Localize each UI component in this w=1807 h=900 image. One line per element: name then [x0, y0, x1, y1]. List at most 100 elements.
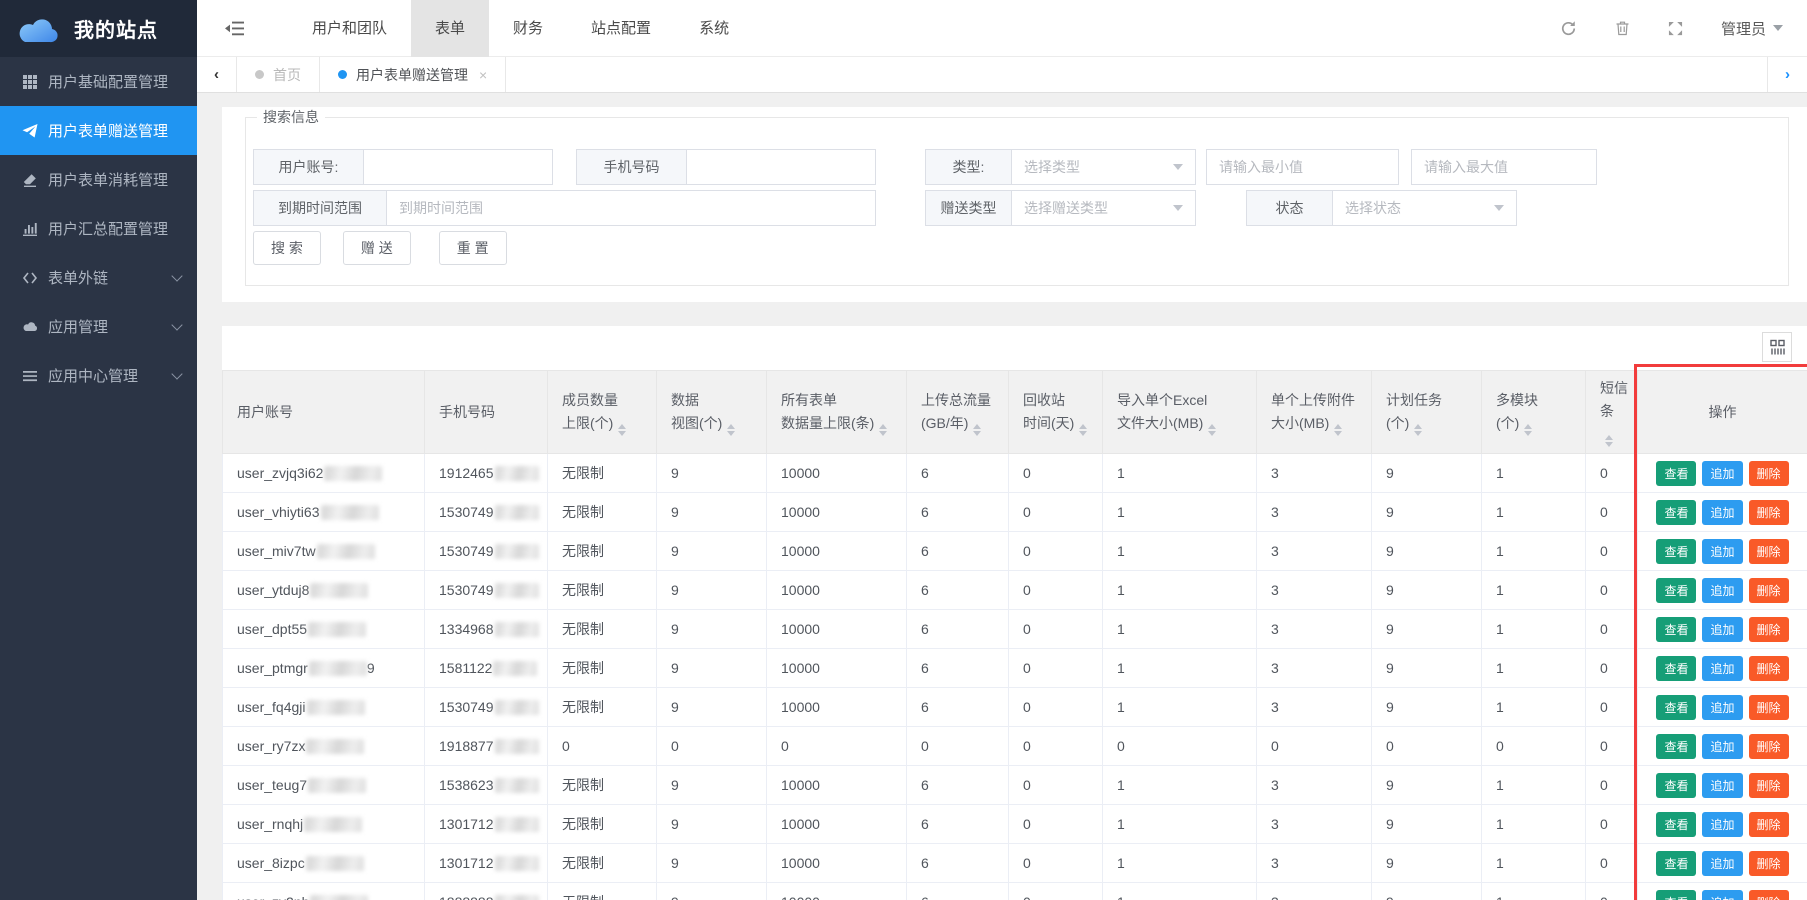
append-button[interactable]: 追加: [1702, 695, 1742, 720]
cell-value: 1: [1103, 649, 1257, 688]
delete-button[interactable]: 删除: [1749, 617, 1789, 642]
reset-button[interactable]: 重 置: [439, 231, 507, 265]
sort-icon[interactable]: [879, 424, 887, 436]
view-button[interactable]: 查看: [1656, 500, 1696, 525]
append-button[interactable]: 追加: [1702, 617, 1742, 642]
account-input[interactable]: [363, 149, 553, 185]
view-button[interactable]: 查看: [1656, 656, 1696, 681]
max-value-input[interactable]: [1411, 149, 1597, 185]
topnav-item-5[interactable]: 系统: [675, 0, 753, 57]
app-logo[interactable]: 我的站点: [0, 0, 197, 57]
view-button[interactable]: 查看: [1656, 617, 1696, 642]
delete-button[interactable]: 删除: [1749, 578, 1789, 603]
trash-icon[interactable]: [1615, 20, 1630, 36]
append-button[interactable]: 追加: [1702, 773, 1742, 798]
delete-button[interactable]: 删除: [1749, 500, 1789, 525]
view-button[interactable]: 查看: [1656, 773, 1696, 798]
sort-icon[interactable]: [727, 424, 735, 436]
sidebar: 我的站点 用户基础配置管理用户表单赠送管理用户表单消耗管理用户汇总配置管理表单外…: [0, 0, 197, 900]
status-select[interactable]: 选择状态: [1332, 190, 1517, 226]
view-button[interactable]: 查看: [1656, 695, 1696, 720]
append-button[interactable]: 追加: [1702, 500, 1742, 525]
gift-type-select[interactable]: 选择赠送类型: [1011, 190, 1196, 226]
cell-phone: 1301712: [425, 805, 548, 844]
delete-button[interactable]: 删除: [1749, 851, 1789, 876]
sort-icon[interactable]: [1524, 424, 1532, 436]
delete-button[interactable]: 删除: [1749, 812, 1789, 837]
column-header-11[interactable]: 多模块(个): [1482, 371, 1586, 454]
tab-2[interactable]: 用户表单赠送管理×: [320, 57, 506, 92]
fullscreen-icon[interactable]: [1668, 21, 1683, 36]
search-button[interactable]: 搜 索: [253, 231, 321, 265]
column-header-12[interactable]: 短信条: [1586, 371, 1638, 454]
phone-input[interactable]: [686, 149, 876, 185]
delete-button[interactable]: 删除: [1749, 890, 1789, 900]
tab-1[interactable]: 首页: [237, 57, 320, 92]
admin-menu[interactable]: 管理员: [1721, 18, 1783, 39]
sort-icon[interactable]: [1334, 424, 1342, 436]
refresh-icon[interactable]: [1560, 20, 1577, 37]
sidebar-item-2[interactable]: 用户表单赠送管理: [0, 106, 197, 155]
column-header-5[interactable]: 所有表单数据量上限(条): [767, 371, 907, 454]
view-button[interactable]: 查看: [1656, 578, 1696, 603]
type-select[interactable]: 选择类型: [1011, 149, 1196, 185]
append-button[interactable]: 追加: [1702, 578, 1742, 603]
topnav-item-2[interactable]: 表单: [411, 0, 489, 57]
delete-button[interactable]: 删除: [1749, 656, 1789, 681]
topnav-item-4[interactable]: 站点配置: [567, 0, 675, 57]
column-header-9[interactable]: 单个上传附件大小(MB): [1257, 371, 1372, 454]
sort-icon[interactable]: [1414, 424, 1422, 436]
view-button[interactable]: 查看: [1656, 539, 1696, 564]
menu-fold-icon[interactable]: [225, 21, 244, 36]
append-button[interactable]: 追加: [1702, 461, 1742, 486]
close-icon[interactable]: ×: [479, 67, 487, 83]
sidebar-item-6[interactable]: 应用管理: [0, 302, 197, 351]
view-button[interactable]: 查看: [1656, 734, 1696, 759]
sidebar-item-3[interactable]: 用户表单消耗管理: [0, 155, 197, 204]
tabs-scroll-right[interactable]: ›: [1767, 57, 1807, 92]
view-button[interactable]: 查看: [1656, 461, 1696, 486]
column-header-7[interactable]: 回收站时间(天): [1009, 371, 1103, 454]
cell-value: 1: [1103, 883, 1257, 900]
delete-button[interactable]: 删除: [1749, 695, 1789, 720]
append-button[interactable]: 追加: [1702, 734, 1742, 759]
sort-icon[interactable]: [1079, 424, 1087, 436]
sidebar-item-1[interactable]: 用户基础配置管理: [0, 57, 197, 106]
column-header-6[interactable]: 上传总流量(GB/年): [907, 371, 1009, 454]
cell-value: 3: [1257, 571, 1372, 610]
delete-button[interactable]: 删除: [1749, 734, 1789, 759]
append-button[interactable]: 追加: [1702, 656, 1742, 681]
view-button[interactable]: 查看: [1656, 890, 1696, 900]
sidebar-item-7[interactable]: 应用中心管理: [0, 351, 197, 400]
expire-range-input[interactable]: [386, 190, 876, 226]
gift-button[interactable]: 赠 送: [343, 231, 411, 265]
sort-icon[interactable]: [1605, 435, 1613, 447]
column-header-8[interactable]: 导入单个Excel文件大小(MB): [1103, 371, 1257, 454]
column-header-10[interactable]: 计划任务(个): [1372, 371, 1482, 454]
cell-value: 9: [657, 883, 767, 900]
redacted-text: [495, 856, 539, 871]
topnav-item-1[interactable]: 用户和团队: [288, 0, 411, 57]
view-button[interactable]: 查看: [1656, 851, 1696, 876]
append-button[interactable]: 追加: [1702, 851, 1742, 876]
topnav-item-3[interactable]: 财务: [489, 0, 567, 57]
column-header-3[interactable]: 成员数量上限(个): [548, 371, 657, 454]
sidebar-item-4[interactable]: 用户汇总配置管理: [0, 204, 197, 253]
min-value-input[interactable]: [1206, 149, 1399, 185]
tabs-scroll-left[interactable]: ‹: [197, 57, 237, 92]
delete-button[interactable]: 删除: [1749, 773, 1789, 798]
column-header-4[interactable]: 数据视图(个): [657, 371, 767, 454]
view-button[interactable]: 查看: [1656, 812, 1696, 837]
append-button[interactable]: 追加: [1702, 812, 1742, 837]
append-button[interactable]: 追加: [1702, 539, 1742, 564]
header-text-line2: (个): [1386, 412, 1477, 436]
append-button[interactable]: 追加: [1702, 890, 1742, 900]
column-settings-icon[interactable]: [1762, 332, 1792, 362]
sidebar-item-5[interactable]: 表单外链: [0, 253, 197, 302]
sort-icon[interactable]: [618, 424, 626, 436]
cell-value: 1: [1482, 571, 1586, 610]
sort-icon[interactable]: [1208, 424, 1216, 436]
delete-button[interactable]: 删除: [1749, 539, 1789, 564]
delete-button[interactable]: 删除: [1749, 461, 1789, 486]
sort-icon[interactable]: [973, 424, 981, 436]
